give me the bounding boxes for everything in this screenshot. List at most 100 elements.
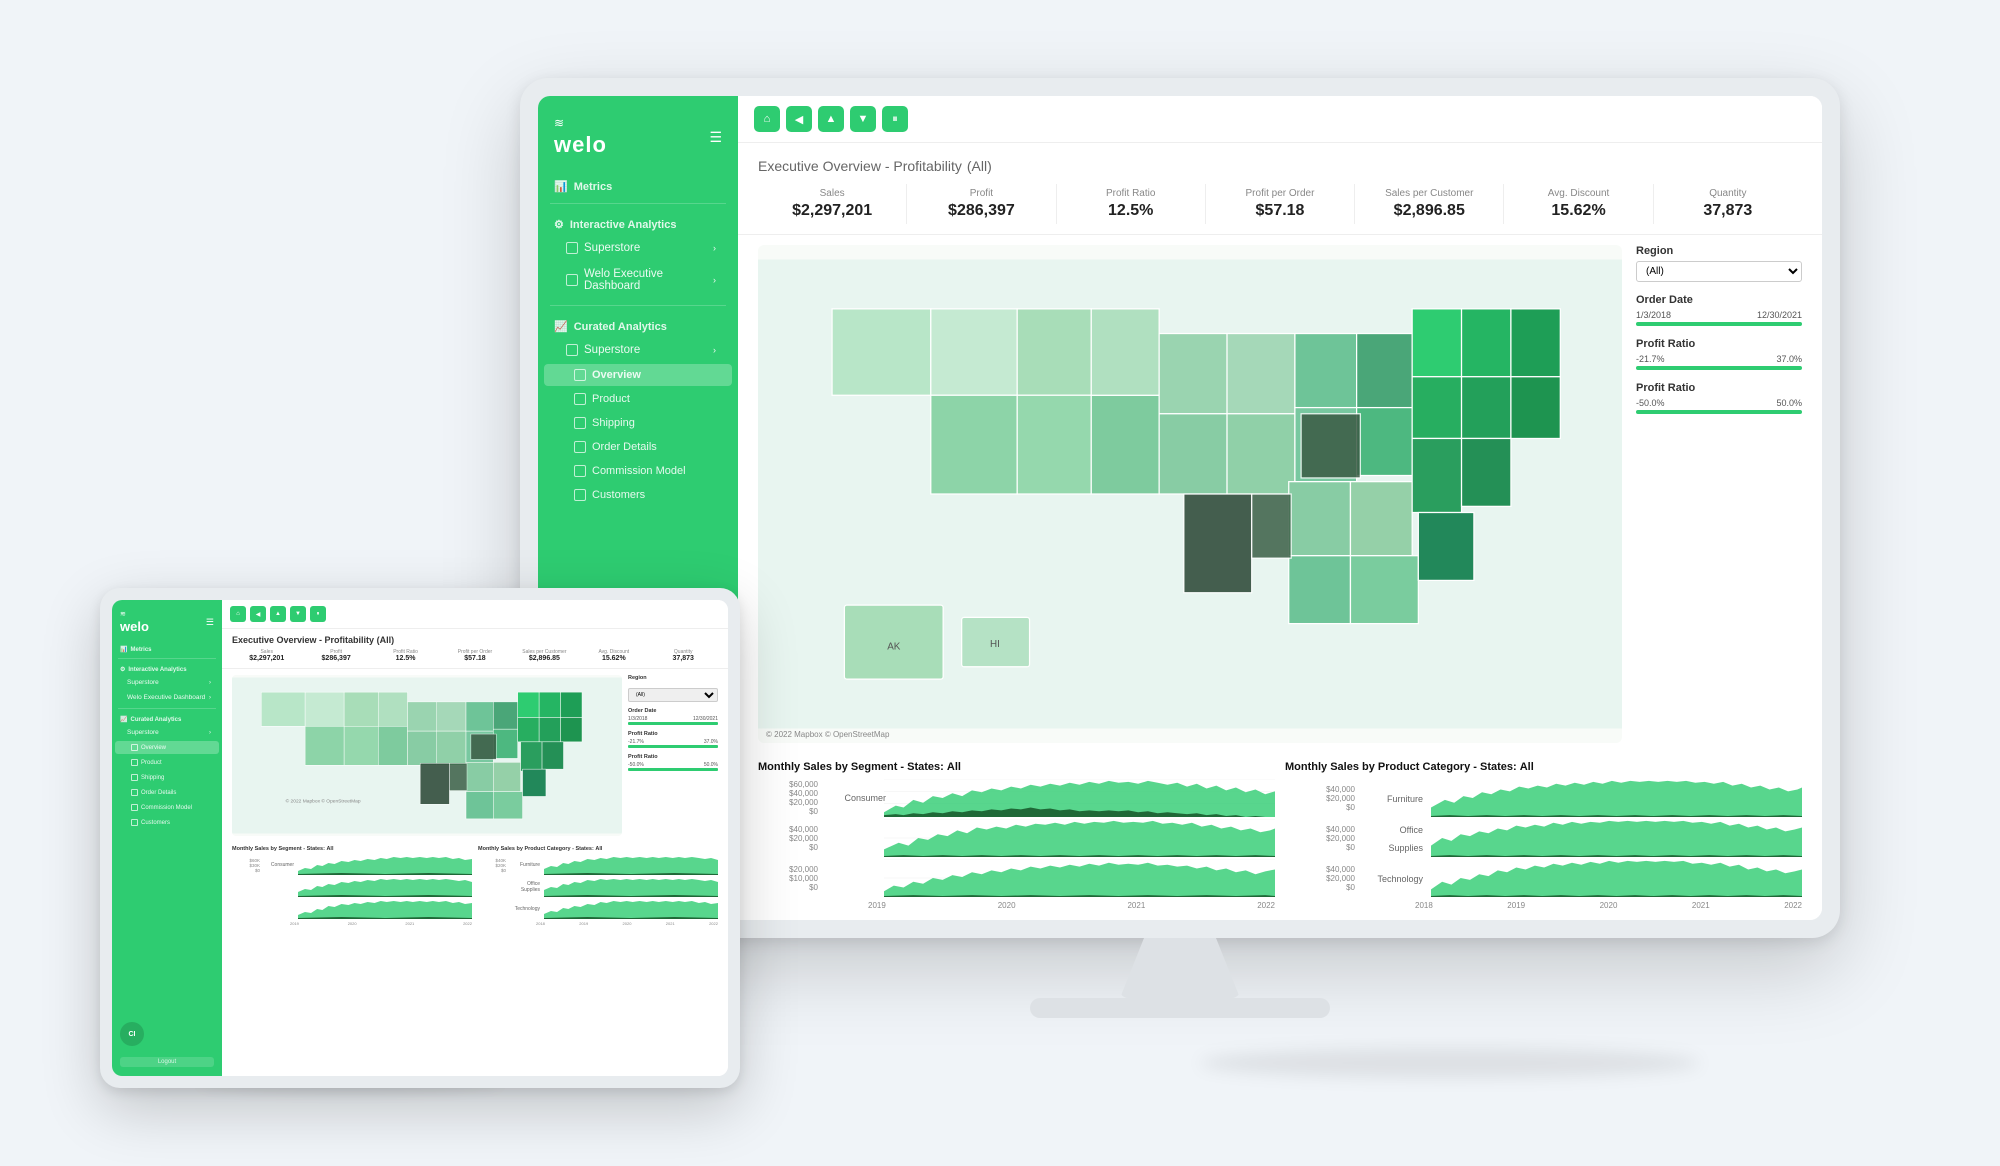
- tablet-filter-btn[interactable]: ▼: [290, 606, 306, 622]
- tablet-pause-btn[interactable]: ⏸: [310, 606, 326, 622]
- hamburger-menu[interactable]: ☰: [709, 129, 722, 146]
- tablet-screen: ≋ welo ☰ 📊Metrics ⚙Interactive Analytics…: [112, 600, 728, 1076]
- welo-exec-icon: [566, 274, 578, 286]
- consumer-row: $60,000 $40,000 $20,000 $0 Consumer: [758, 779, 1275, 817]
- monitor-stand: [1120, 938, 1240, 998]
- filter-region: Region (All): [1636, 245, 1802, 282]
- overview-icon: [574, 369, 586, 381]
- tablet-sidebar-superstore-interactive[interactable]: Superstore ›: [115, 676, 219, 689]
- segment-chart-title: Monthly Sales by Segment - States: All: [758, 761, 1275, 773]
- chevron-curated-icon: ›: [713, 345, 716, 355]
- kpi-quantity: Quantity 37,873: [1654, 184, 1802, 224]
- tablet-category-charts: $40K $20K $0 Furniture: [478, 855, 718, 926]
- tablet-furniture-row: $40K $20K $0 Furniture: [478, 855, 718, 875]
- tablet-sub-customers[interactable]: Customers: [115, 816, 219, 829]
- sidebar-logo-area: ≋ welo ☰: [538, 96, 738, 172]
- tablet-sub-order-details[interactable]: Order Details: [115, 786, 219, 799]
- tablet-charts-row: Monthly Sales by Segment - States: All $…: [222, 842, 728, 1076]
- kpi-profit-per-order: Profit per Order $57.18: [1206, 184, 1355, 224]
- superstore-curated-icon: [566, 344, 578, 356]
- sidebar-sub-shipping[interactable]: Shipping: [544, 412, 732, 434]
- tablet-filter-panel: Region (All) Order Date 1/3/2018 12/30/2…: [628, 675, 718, 836]
- tablet-logo-area: ≋ welo ☰: [112, 600, 222, 642]
- tablet-sub-commission[interactable]: Commission Model: [115, 801, 219, 814]
- tablet-kpi-sales: Sales $2,297,201: [232, 649, 301, 662]
- tablet-logo: ≋ welo: [120, 610, 149, 634]
- sidebar-section-curated: 📈 Curated Analytics: [538, 312, 738, 337]
- tablet-consumer-chart: [298, 855, 472, 875]
- logo: ≋ welo: [554, 116, 607, 158]
- category-chart-panel: Monthly Sales by Product Category - Stat…: [1285, 761, 1802, 910]
- office-supplies-chart: [1431, 819, 1802, 857]
- curated-icon: 📈: [554, 320, 568, 333]
- tablet-sidebar-welo-exec[interactable]: Welo Executive Dashboard ›: [115, 691, 219, 704]
- sidebar-sub-product[interactable]: Product: [544, 388, 732, 410]
- tablet-homeoffice-chart: [298, 899, 472, 919]
- main-content: ⌂ ◀ ▲ ▼ ⏸ Executive Overview - Profitabi…: [738, 96, 1822, 920]
- profit-ratio-2-slider[interactable]: [1636, 410, 1802, 414]
- tablet-map-section: © 2022 Mapbox © OpenStreetMap Region (Al…: [222, 669, 728, 842]
- tablet-hamburger[interactable]: ☰: [206, 617, 214, 628]
- consumer-chart: [884, 779, 1275, 817]
- tablet-forward-btn[interactable]: ▲: [270, 606, 286, 622]
- furniture-chart: [1431, 779, 1802, 817]
- sidebar-item-superstore-interactive[interactable]: Superstore ›: [544, 236, 732, 260]
- segment-charts: $60,000 $40,000 $20,000 $0 Consumer: [758, 779, 1275, 910]
- map-credit: © 2022 Mapbox © OpenStreetMap: [766, 730, 889, 739]
- toolbar-home-btn[interactable]: ⌂: [754, 106, 780, 132]
- tablet-consumer-row: $60K $30K $0 Consumer: [232, 855, 472, 875]
- toolbar-forward-btn[interactable]: ▲: [818, 106, 844, 132]
- sidebar-section-interactive: ⚙ Interactive Analytics: [538, 210, 738, 235]
- tablet-sub-shipping[interactable]: Shipping: [115, 771, 219, 784]
- charts-row: Monthly Sales by Segment - States: All $…: [738, 753, 1822, 920]
- tablet-ci-badge: CI: [120, 1022, 144, 1046]
- tablet-product-icon: [131, 759, 138, 766]
- toolbar-filter-btn[interactable]: ▼: [850, 106, 876, 132]
- region-select[interactable]: (All): [1636, 261, 1802, 282]
- tablet-region-select[interactable]: (All): [628, 688, 718, 702]
- tablet-corporate-row: [232, 877, 472, 897]
- us-map: AK HI © 2022 Mapbox © OpenStreetMap: [758, 245, 1622, 743]
- tablet-shipping-icon: [131, 774, 138, 781]
- profit-ratio-2-range: -50.0% 50.0%: [1636, 398, 1802, 408]
- scene: ≋ welo ☰ 📊 Metrics ⚙ Interactive Analyti…: [100, 58, 1900, 1108]
- tablet-sub-product[interactable]: Product: [115, 756, 219, 769]
- category-charts: $40,000 $20,000 $0 Furniture: [1285, 779, 1802, 910]
- category-chart-title: Monthly Sales by Product Category - Stat…: [1285, 761, 1802, 773]
- filter-profit-ratio-2: Profit Ratio -50.0% 50.0%: [1636, 382, 1802, 414]
- kpi-avg-discount: Avg. Discount 15.62%: [1504, 184, 1653, 224]
- tablet-date-slider[interactable]: [628, 722, 718, 725]
- filter-panel: Region (All) Order Date 1/3/2018 12/30/2…: [1622, 245, 1802, 743]
- sidebar-sub-customers[interactable]: Customers: [544, 484, 732, 506]
- sidebar-item-welo-executive[interactable]: Welo Executive Dashboard ›: [544, 262, 732, 298]
- toolbar-pause-btn[interactable]: ⏸: [882, 106, 908, 132]
- sidebar-sub-order-details[interactable]: Order Details: [544, 436, 732, 458]
- sidebar-item-superstore-curated[interactable]: Superstore ›: [544, 338, 732, 362]
- tablet-corporate-chart: [298, 877, 472, 897]
- sidebar-sub-commission[interactable]: Commission Model: [544, 460, 732, 482]
- tablet-homeoffice-row: [232, 899, 472, 919]
- tablet-filter-ratio-2: Profit Ratio -50.0% 50.0%: [628, 754, 718, 771]
- profit-ratio-1-slider[interactable]: [1636, 366, 1802, 370]
- order-date-range: 1/3/2018 12/30/2021: [1636, 310, 1802, 320]
- tablet-curated-label: 📈Curated Analytics: [112, 712, 222, 725]
- tablet-logout-btn[interactable]: Logout: [120, 1057, 214, 1067]
- tablet-kpi-ratio: Profit Ratio 12.5%: [371, 649, 440, 662]
- toolbar-back-btn[interactable]: ◀: [786, 106, 812, 132]
- tablet-page-title: Executive Overview - Profitability (All): [232, 635, 718, 645]
- corporate-row: $40,000 $20,000 $0: [758, 819, 1275, 857]
- segment-chart-panel: Monthly Sales by Segment - States: All $…: [758, 761, 1275, 910]
- tablet-ratio-1-slider[interactable]: [628, 745, 718, 748]
- order-date-slider[interactable]: [1636, 322, 1802, 326]
- tablet-back-btn[interactable]: ◀: [250, 606, 266, 622]
- dashboard-header: Executive Overview - Profitability (All): [738, 143, 1822, 184]
- monitor-base: [1030, 998, 1330, 1018]
- tablet-sub-overview[interactable]: Overview: [115, 741, 219, 754]
- tablet-ratio-2-slider[interactable]: [628, 768, 718, 771]
- tablet-us-map: © 2022 Mapbox © OpenStreetMap: [232, 675, 622, 836]
- tablet-sidebar-superstore-curated[interactable]: Superstore ›: [115, 726, 219, 739]
- tablet-sidebar: ≋ welo ☰ 📊Metrics ⚙Interactive Analytics…: [112, 600, 222, 1076]
- sidebar-sub-overview[interactable]: Overview: [544, 364, 732, 386]
- tablet-home-btn[interactable]: ⌂: [230, 606, 246, 622]
- svg-text:© 2022 Mapbox © OpenStreetMap: © 2022 Mapbox © OpenStreetMap: [286, 797, 361, 804]
